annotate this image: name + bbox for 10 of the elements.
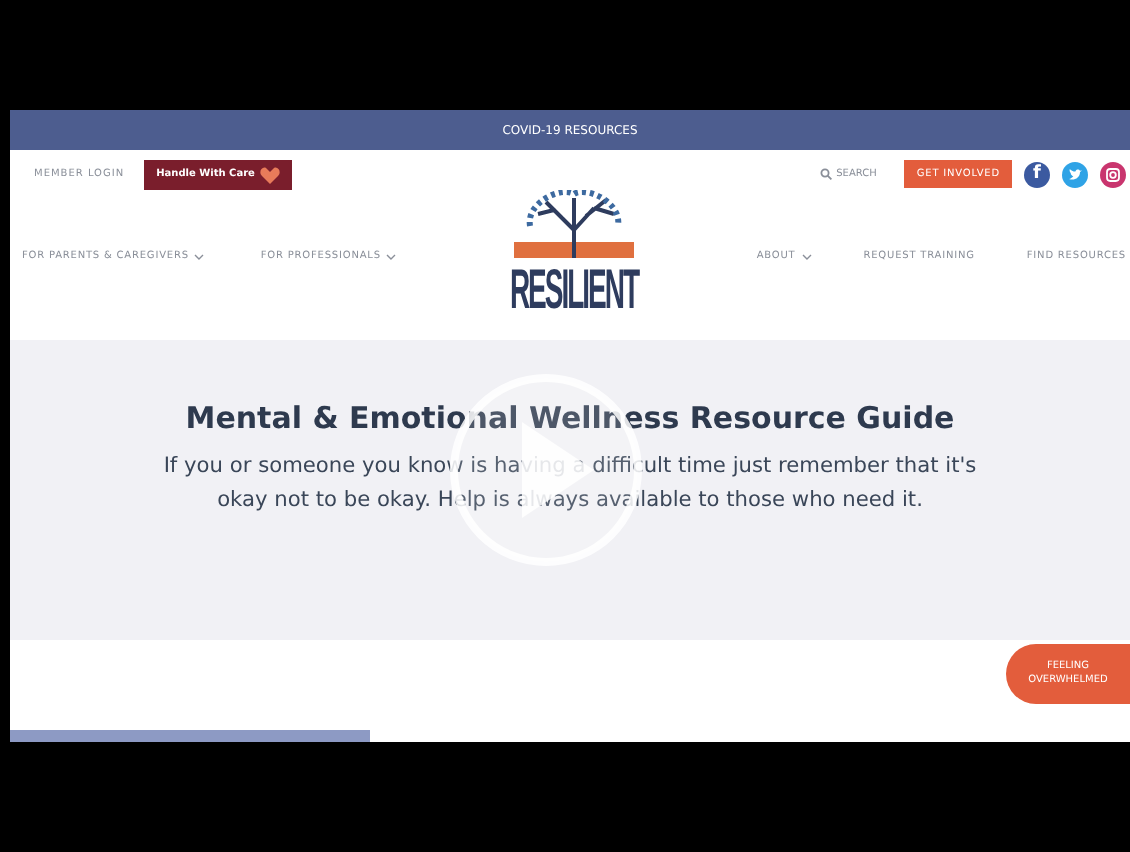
chevron-down-icon [386, 253, 397, 259]
twitter-icon[interactable] [1062, 161, 1088, 187]
chevron-down-icon [801, 253, 812, 259]
instagram-icon[interactable] [1100, 161, 1126, 187]
chevron-down-icon [194, 253, 205, 259]
heart-icon [260, 165, 281, 183]
logo-wordmark: RESILIENT [509, 256, 639, 320]
hero-title: Mental & Emotional Wellness Resource Guide [183, 398, 957, 440]
search-icon [820, 168, 833, 180]
facebook-icon[interactable]: f [1024, 161, 1050, 187]
